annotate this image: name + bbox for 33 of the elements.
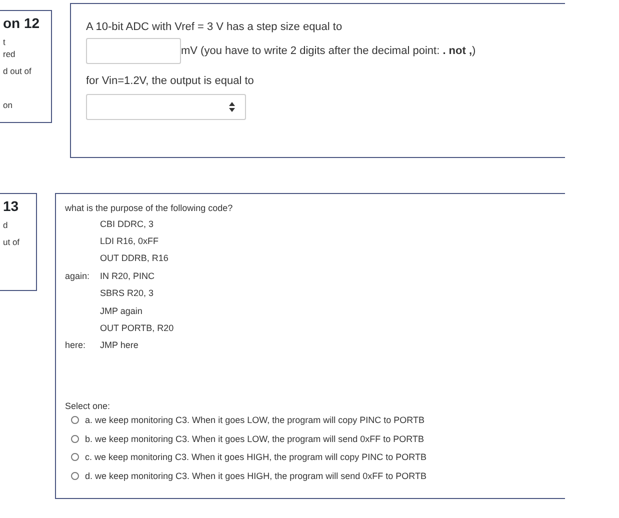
- radio-button[interactable]: [71, 472, 79, 480]
- question-text: for Vin=1.2V, the output is equal to: [86, 75, 255, 87]
- code-line: LDI R16, 0xFF: [100, 236, 159, 246]
- question-number-title: 13: [3, 198, 19, 214]
- code-line: OUT PORTB, R20: [100, 323, 174, 334]
- code-line: CBI DDRC, 3: [100, 218, 154, 229]
- code-label: here:: [65, 340, 86, 350]
- question-status-text: red: [3, 48, 16, 60]
- code-line: IN R20, PINC: [100, 270, 155, 281]
- marks-text: ut of: [3, 236, 21, 248]
- marks-text: d out of: [3, 65, 32, 77]
- radio-button[interactable]: [71, 453, 79, 462]
- answer-input-field[interactable]: [86, 38, 181, 64]
- question-status-text: d: [3, 219, 9, 231]
- code-line: OUT DDRB, R16: [100, 253, 168, 264]
- answer-option-text: d. we keep monitoring C3. When it goes HIGH, the program will send 0xFF to PORTB: [85, 470, 426, 481]
- radio-button[interactable]: [71, 416, 79, 424]
- question-status-text: t: [3, 36, 6, 48]
- select-one-label: Select one:: [65, 401, 112, 412]
- answer-option-text: c. we keep monitoring C3. When it goes HIGH, the program will copy PINC to PORTB: [85, 452, 426, 462]
- answer-option-text: b. we keep monitoring C3. When it goes LOW, the program will send 0xFF to PORTB: [85, 434, 424, 444]
- code-line: JMP here: [100, 340, 138, 350]
- question-text: what is the purpose of the following code?: [65, 203, 234, 213]
- question-number-title: on 12: [3, 15, 40, 31]
- answer-option-text: a. we keep monitoring C3. When it goes LOW, the program will copy PINC to PORTB: [85, 415, 424, 426]
- flag-question-link[interactable]: on: [3, 99, 48, 111]
- code-line: SBRS R20, 3: [100, 288, 154, 298]
- question-text: A 10-bit ADC with Vref = 3 V has a step size equal to: [86, 21, 344, 33]
- code-label: again:: [65, 270, 90, 281]
- dropdown-arrows-icon: [229, 102, 235, 112]
- code-line: JMP again: [100, 306, 142, 316]
- unit-note-text: mV (you have to write 2 digits after the decimal point: . not ,): [181, 45, 476, 57]
- radio-button[interactable]: [71, 434, 79, 443]
